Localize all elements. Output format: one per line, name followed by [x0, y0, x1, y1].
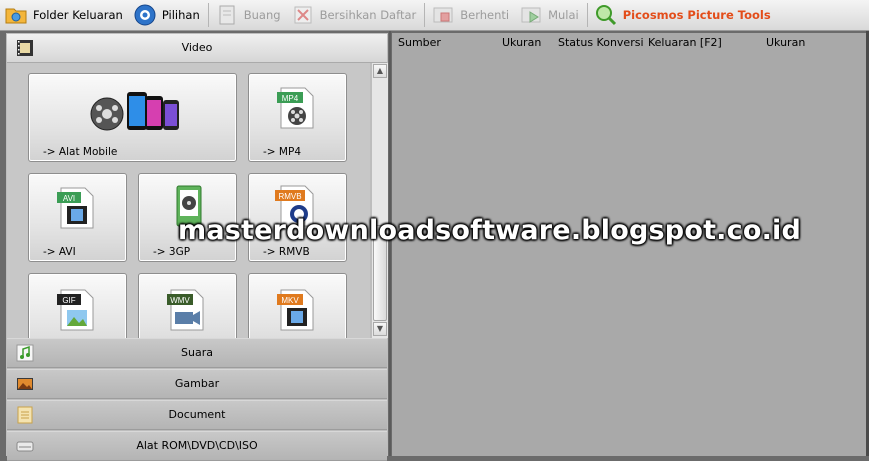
category-picture[interactable]: Gambar	[7, 369, 387, 399]
svg-text:RMVB: RMVB	[278, 192, 301, 201]
watermark-text: masterdownloadsoftware.blogspot.co.id	[178, 215, 802, 246]
clear-list-button[interactable]: Bersihkan Daftar	[287, 1, 423, 29]
column-header-source[interactable]: Sumber	[398, 36, 441, 49]
tile-label: -> 3GP	[153, 246, 191, 258]
mobile-devices-icon	[90, 92, 179, 131]
stop-icon	[433, 7, 453, 23]
mp4-icon: MP4	[277, 87, 314, 129]
magnifier-icon	[595, 5, 616, 26]
toolbar-separator	[586, 3, 588, 27]
category-label: Gambar	[174, 377, 220, 390]
svg-text:GIF: GIF	[62, 296, 75, 305]
category-document[interactable]: Document	[7, 400, 387, 430]
svg-text:AVI: AVI	[63, 194, 75, 203]
stop-button[interactable]: Berhenti	[427, 1, 515, 29]
category-rom-device[interactable]: Alat ROM\DVD\CD\ISO	[7, 431, 387, 461]
category-label: Document	[168, 408, 226, 421]
category-label: Suara	[181, 346, 213, 359]
column-header-status[interactable]: Status Konversi	[558, 36, 644, 49]
start-icon	[521, 7, 541, 23]
picture-tools-button[interactable]: Picosmos Picture Tools	[590, 1, 777, 29]
column-header-size[interactable]: Ukuran	[502, 36, 541, 49]
start-button[interactable]: Mulai	[515, 1, 585, 29]
start-label: Mulai	[548, 8, 579, 22]
toolbar-separator	[207, 3, 209, 27]
video-category-header[interactable]: Video	[7, 34, 387, 63]
svg-text:MP4: MP4	[282, 94, 299, 103]
options-label: Pilihan	[161, 8, 200, 22]
category-label: Alat ROM\DVD\CD\ISO	[136, 439, 258, 452]
options-icon	[134, 4, 156, 26]
svg-text:MKV: MKV	[281, 296, 299, 305]
tile-label: -> MP4	[263, 146, 301, 158]
stop-label: Berhenti	[460, 8, 510, 22]
svg-text:WMV: WMV	[170, 296, 190, 305]
format-grid: -> Alat Mobile MP4 -> MP4 AVI -> AVI -> …	[7, 63, 370, 338]
tile-mp4[interactable]: MP4 -> MP4	[248, 73, 347, 162]
folder-icon	[5, 8, 27, 24]
scroll-up-arrow-icon[interactable]: ▲	[373, 64, 387, 78]
tile-mobile[interactable]: -> Alat Mobile	[28, 73, 237, 162]
options-button[interactable]: Pilihan	[129, 1, 206, 29]
picture-tools-label: Picosmos Picture Tools	[622, 8, 771, 22]
tile-mkv[interactable]: MKV	[248, 273, 347, 338]
toolbar-separator	[424, 3, 426, 27]
column-header-output-size[interactable]: Ukuran	[766, 36, 805, 49]
column-header-output[interactable]: Keluaran [F2]	[648, 36, 722, 49]
tile-label: -> AVI	[43, 246, 76, 258]
clear-list-label: Bersihkan Daftar	[319, 8, 417, 22]
grid-scrollbar[interactable]: ▲ ▼	[371, 63, 388, 338]
scroll-down-arrow-icon[interactable]: ▼	[373, 322, 387, 336]
toolbar: Folder Keluaran Pilihan Buang Bersihkan …	[0, 0, 869, 31]
tile-wmv[interactable]: WMV	[138, 273, 237, 338]
tile-label: -> RMVB	[263, 246, 310, 258]
remove-button[interactable]: Buang	[211, 1, 287, 29]
gif-icon: GIF	[57, 289, 94, 331]
tile-avi[interactable]: AVI -> AVI	[28, 173, 127, 262]
avi-icon: AVI	[57, 187, 94, 229]
clear-list-icon	[294, 6, 312, 24]
remove-icon	[219, 5, 235, 25]
category-audio[interactable]: Suara	[7, 338, 387, 368]
output-folder-button[interactable]: Folder Keluaran	[0, 1, 129, 29]
tile-gif[interactable]: GIF	[28, 273, 127, 338]
output-folder-label: Folder Keluaran	[33, 8, 123, 22]
remove-label: Buang	[243, 8, 281, 22]
video-category-label: Video	[181, 41, 213, 54]
mkv-icon: MKV	[277, 289, 314, 331]
wmv-icon: WMV	[167, 289, 204, 331]
tile-label: -> Alat Mobile	[43, 146, 118, 158]
